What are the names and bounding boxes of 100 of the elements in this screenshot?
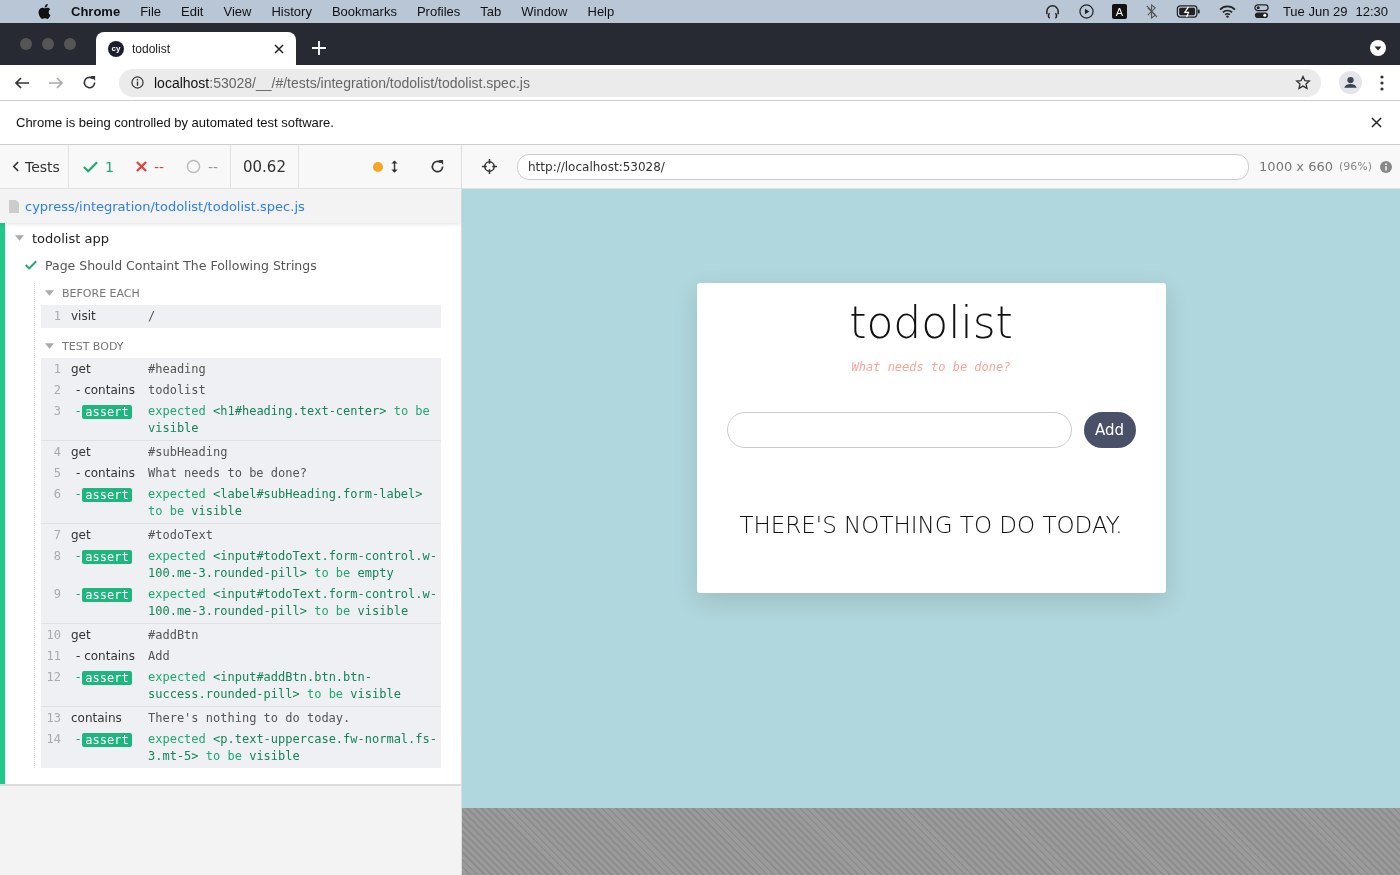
close-icon[interactable] [274,43,284,54]
command-message[interactable]: / [148,308,438,325]
assertion-message[interactable]: expected <p.text-uppercase.fw-normal.fs-3.mt-5> to be visible [148,731,438,765]
suite-title[interactable]: todolist app [32,230,109,246]
star-icon[interactable] [1295,74,1311,91]
cross-icon [135,161,147,172]
test-title[interactable]: Page Should Containt The Following Strings [45,257,317,273]
line-number: 8 [52,548,62,565]
profile-icon[interactable] [1339,71,1362,94]
line-number: 9 [52,586,62,603]
command-message[interactable]: There's nothing to do today. [148,710,438,727]
command-message[interactable]: #todoText [148,527,438,544]
info-icon[interactable] [131,76,144,89]
new-tab-icon[interactable] [312,41,326,55]
control-center-icon[interactable] [1253,4,1269,19]
line-number: 5 [52,465,62,482]
battery-icon[interactable] [1175,5,1201,18]
failed-count: -- [153,158,165,175]
spec-file-link[interactable]: cypress/integration/todolist/todolist.spec.js [25,198,305,214]
command-message[interactable]: #addBtn [148,627,438,644]
resize-arrows-icon[interactable] [391,159,398,174]
line-number: 13 [45,710,62,727]
command-message[interactable]: #heading [148,361,438,378]
favicon-icon: cy [108,40,124,57]
menu-item[interactable]: View [223,4,252,19]
line-number: 11 [45,648,62,665]
tab-title: todolist [132,41,172,56]
command-name[interactable]: get [71,527,148,544]
menu-item[interactable]: Tab [480,4,502,19]
more-menu-icon[interactable] [1380,74,1384,91]
command-name[interactable]: get [71,627,148,644]
line-number: 4 [52,444,62,461]
address-bar[interactable]: localhost:53028/__/#/tests/integration/todolist/todolist.spec.js [119,68,1321,97]
check-icon [83,160,98,173]
app-subheading: What needs to be done? [851,360,1011,374]
selector-playground-icon[interactable] [482,159,497,174]
menu-item[interactable]: History [271,4,312,19]
add-button[interactable]: Add [1083,412,1136,448]
command-message[interactable]: What needs to be done? [148,465,438,482]
menu-item[interactable]: File [140,4,162,19]
assertion-message[interactable]: expected <input#addBtn.btn.btn-success.rounded-pill> to be visible [148,669,438,703]
bluetooth-icon[interactable] [1144,4,1158,19]
command-name[interactable]: - contains [71,465,148,482]
command-name[interactable]: - contains [71,648,148,665]
menu-item[interactable]: Window [521,4,568,19]
line-number: 1 [52,308,62,325]
command-name[interactable]: - contains [71,382,148,399]
reload-icon[interactable] [82,75,97,90]
menu-item[interactable]: Profiles [416,4,461,19]
line-number: 10 [45,627,62,644]
tests-back-button[interactable]: Tests [0,145,69,188]
line-number: 14 [45,731,62,748]
play-icon[interactable] [1078,4,1094,19]
wifi-icon[interactable] [1218,5,1236,18]
viewport-size: 1000 x 660 [1259,159,1333,174]
command-name[interactable]: visit [71,308,148,325]
preview-url-field[interactable]: http://localhost:53028/ [517,153,1250,180]
assertion-message[interactable]: expected <h1#heading.text-center> to be visible [148,403,438,437]
browser-tab[interactable]: cy todolist [96,32,296,65]
assertion-message[interactable]: expected <input#todoText.form-control.w-100.me-3.rounded-pill> to be visible [148,586,438,620]
menu-item[interactable]: Chrome [71,4,121,19]
empty-message: THERE'S NOTHING TO DO TODAY. [739,512,1123,538]
back-icon[interactable] [14,74,30,91]
apple-icon[interactable] [38,4,51,19]
command-name[interactable]: get [71,444,148,461]
assertion-message[interactable]: expected <input#todoText.form-control.w-100.me-3.rounded-pill> to be empty [148,548,438,582]
command-name[interactable]: get [71,361,148,378]
command-message[interactable]: todolist [148,382,438,399]
passed-count: 1 [105,158,114,175]
dash: - [75,403,81,420]
todo-input[interactable] [726,412,1072,448]
clock-date[interactable]: Tue Jun 29 [1282,4,1348,19]
hook-title[interactable]: TEST BODY [62,339,124,353]
scale-percent: (96%) [1338,160,1372,173]
tab-search-icon[interactable] [1370,40,1386,56]
pending-count: -- [208,158,219,175]
line-number: 2 [52,382,62,399]
duration: 00.62 [231,145,299,188]
hook-title[interactable]: BEFORE EACH [62,286,140,300]
input-source-icon[interactable]: A [1111,4,1127,19]
menu-item[interactable]: Help [587,4,615,19]
line-number: 6 [52,486,62,503]
dash: - [75,586,81,603]
app-heading: todolist [849,297,1013,348]
dash: - [75,731,81,748]
command-name[interactable]: contains [71,710,148,727]
command-message[interactable]: Add [148,648,438,665]
headphones-icon[interactable] [1043,3,1061,20]
rerun-icon[interactable] [430,159,445,174]
assertion-message[interactable]: expected <label#subHeading.form-label> to be visible [148,486,438,520]
close-icon[interactable] [1371,117,1382,128]
dash: - [75,669,81,686]
file-icon [9,199,19,213]
menu-item[interactable]: Edit [181,4,204,19]
url-text: localhost:53028/__/#/tests/integration/todolist/todolist.spec.js [154,74,530,91]
clock-time[interactable]: 12:30 [1355,4,1388,19]
menu-item[interactable]: Bookmarks [331,4,397,19]
command-message[interactable]: #subHeading [148,444,438,461]
line-number: 1 [52,361,62,378]
chevron-left-icon [12,161,19,172]
